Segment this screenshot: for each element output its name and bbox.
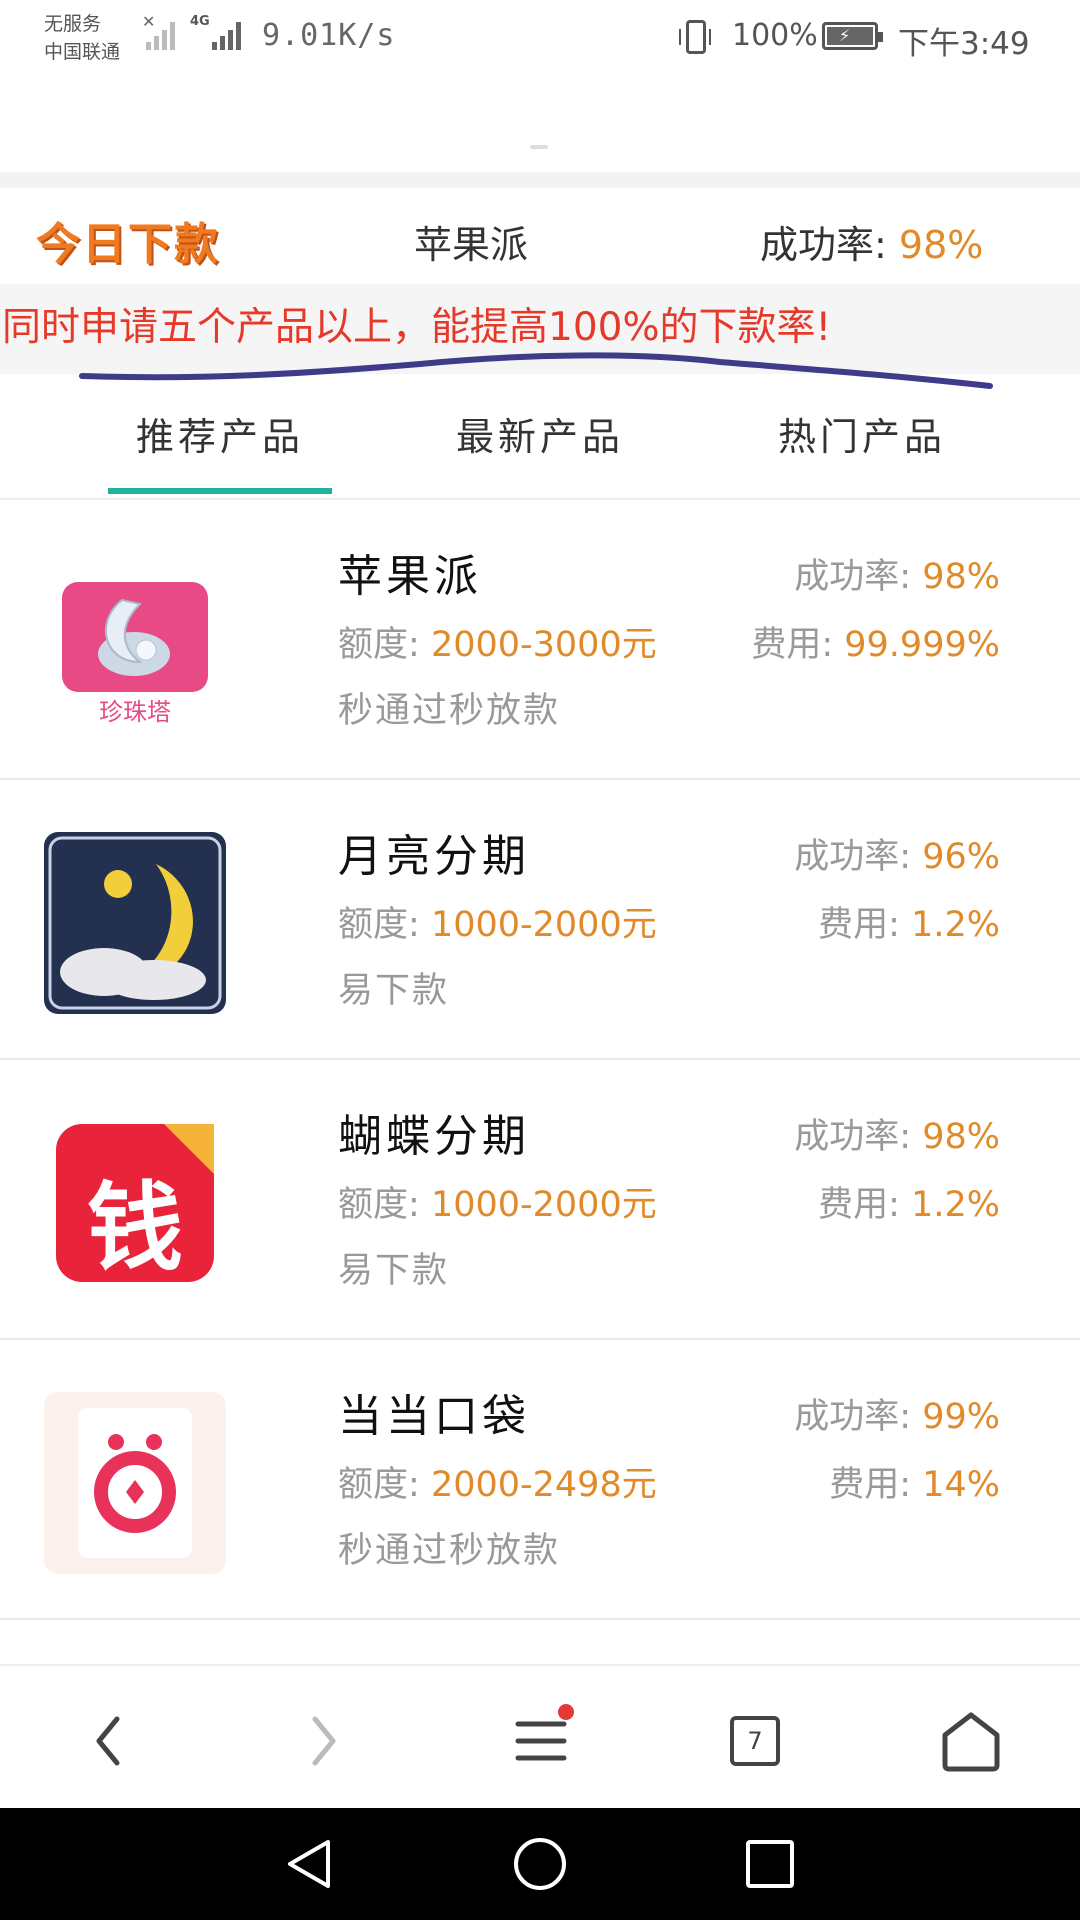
summary-rate-value: 98% — [898, 223, 984, 267]
loan-amount: 额度: 2000-2498元 — [338, 1465, 657, 1505]
clock: 下午3:49 — [898, 26, 1030, 62]
divider — [0, 172, 1080, 188]
today-loan-logo: 今日下款 — [36, 219, 220, 270]
success-rate: 成功率: 99% — [794, 1397, 1000, 1437]
loan-amount: 额度: 1000-2000元 — [338, 1185, 657, 1225]
tab-popular[interactable]: 热门产品 — [778, 406, 946, 461]
piggy-icon — [44, 1392, 226, 1574]
menu-icon — [515, 1721, 567, 1761]
signal-2-icon — [212, 16, 241, 50]
browser-toolbar: 7 — [0, 1664, 1080, 1810]
summary-rate-label: 成功率: — [760, 223, 887, 267]
carrier-line-2: 中国联通 — [44, 41, 121, 63]
product-name: 苹果派 — [338, 551, 482, 602]
forward-button[interactable] — [288, 1706, 358, 1776]
logo-text: 珍珠塔 — [99, 698, 171, 726]
home-icon — [942, 1712, 1000, 1772]
nav-home-icon[interactable] — [510, 1834, 570, 1894]
notification-dot — [558, 1704, 574, 1720]
product-tabs: 推荐产品 最新产品 热门产品 — [0, 376, 1080, 500]
battery-percent: 100% — [732, 18, 818, 53]
list-item[interactable]: 月亮分期 成功率: 96% 额度: 1000-2000元 费用: 1.2% 易下… — [0, 780, 1080, 1060]
list-item[interactable]: 钱 蝴蝶分期 成功率: 98% 额度: 1000-2000元 费用: 1.2% … — [0, 1060, 1080, 1340]
summary-product-name: 苹果派 — [414, 223, 529, 267]
loan-amount: 额度: 2000-3000元 — [338, 625, 657, 665]
nav-back-icon[interactable] — [280, 1834, 340, 1894]
summary-banner[interactable]: 今日下款 苹果派 成功率: 98% — [0, 188, 1080, 284]
product-desc: 秒通过秒放款 — [338, 1531, 561, 1571]
battery-icon: ⚡ — [822, 22, 883, 50]
product-name: 蝴蝶分期 — [338, 1111, 530, 1162]
product-name: 当当口袋 — [338, 1391, 530, 1442]
fee: 费用: 1.2% — [818, 1185, 1000, 1225]
status-bar: 无服务 中国联通 ✕ 4G 9.01K/s 100% ⚡ 下午3:49 — [0, 0, 1080, 80]
network-type: 4G — [190, 14, 210, 29]
chevron-left-icon — [96, 1716, 120, 1766]
list-item[interactable]: 珍珠塔 苹果派 成功率: 98% 额度: 2000-3000元 费用: 99.9… — [0, 500, 1080, 780]
money-icon: 钱 — [44, 1112, 226, 1294]
product-desc: 秒通过秒放款 — [338, 691, 561, 731]
logo-text: 钱 — [87, 1172, 183, 1284]
network-speed: 9.01K/s — [262, 18, 396, 53]
moon-icon — [44, 832, 226, 1014]
list-item[interactable]: 当当口袋 成功率: 99% 额度: 2000-2498元 费用: 14% 秒通过… — [0, 1340, 1080, 1620]
product-desc: 易下款 — [338, 1251, 450, 1291]
product-name: 月亮分期 — [338, 831, 530, 882]
vibrate-icon — [679, 20, 711, 54]
tabs-count: 7 — [730, 1716, 780, 1766]
fee: 费用: 14% — [829, 1465, 1000, 1505]
product-desc: 易下款 — [338, 971, 450, 1011]
nav-recents-icon[interactable] — [740, 1834, 800, 1894]
menu-button[interactable] — [506, 1704, 576, 1776]
success-rate: 成功率: 96% — [794, 837, 1000, 877]
success-rate: 成功率: 98% — [794, 557, 1000, 597]
chevron-right-icon — [312, 1716, 336, 1766]
system-navigation-bar — [0, 1808, 1080, 1920]
fee: 费用: 99.999% — [751, 625, 1000, 665]
back-button[interactable] — [72, 1706, 142, 1776]
summary-rate: 成功率: 98% — [760, 214, 983, 269]
carrier-info: 无服务 中国联通 — [44, 10, 120, 66]
tabs-button[interactable]: 7 — [720, 1706, 790, 1776]
signal-1-icon — [146, 16, 175, 50]
tab-newest[interactable]: 最新产品 — [456, 406, 624, 461]
carrier-line-1: 无服务 — [44, 13, 102, 35]
pearl-shell-icon: 珍珠塔 — [44, 552, 226, 734]
drag-handle — [530, 145, 548, 149]
tab-indicator — [108, 488, 332, 494]
fee: 费用: 1.2% — [818, 905, 1000, 945]
tab-recommended[interactable]: 推荐产品 — [136, 406, 304, 461]
success-rate: 成功率: 98% — [794, 1117, 1000, 1157]
home-button[interactable] — [936, 1706, 1006, 1776]
loan-amount: 额度: 1000-2000元 — [338, 905, 657, 945]
